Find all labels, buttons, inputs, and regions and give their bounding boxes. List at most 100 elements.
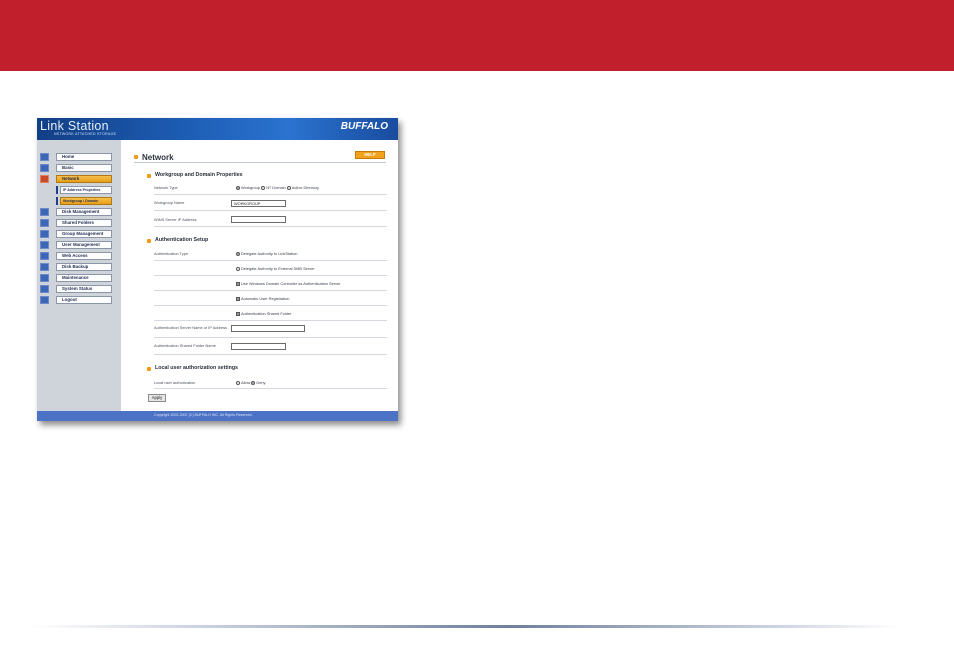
allow-radio[interactable] <box>236 380 240 385</box>
network-type-label: Network Type <box>154 185 178 190</box>
row-divider <box>154 194 387 195</box>
disk-icon <box>40 208 49 216</box>
windows-dc-option: Use Windows Domain Controller as Authent… <box>236 281 340 286</box>
logo-subtitle: NETWORK ATTACHED STORAGE <box>54 132 117 136</box>
windows-dc-checkbox[interactable] <box>236 281 240 286</box>
basic-icon <box>40 164 49 172</box>
sidebar-item-label[interactable]: Logout <box>56 296 112 304</box>
linkstation-screenshot: Link Station NETWORK ATTACHED STORAGE BU… <box>37 118 398 421</box>
home-icon <box>40 153 49 161</box>
sidebar-item-web-access[interactable]: Web Access <box>40 252 112 260</box>
sidebar-item-basic[interactable]: Basic <box>40 164 112 172</box>
section-bullet-icon <box>147 239 151 243</box>
sidebar-item-label[interactable]: Network <box>56 175 112 183</box>
folder-icon <box>40 219 49 227</box>
workgroup-radio[interactable] <box>236 185 240 190</box>
sidebar-item-label[interactable]: Basic <box>56 164 112 172</box>
auth-linkstation-option: Delegate Authority to LinkStation <box>236 251 297 256</box>
local-auth-label: Local user authorization <box>154 380 196 385</box>
row-divider <box>154 275 387 276</box>
sidebar-subitem-ip-address[interactable]: IP Address Properties <box>56 186 112 194</box>
title-divider <box>134 162 386 163</box>
section-title-authentication: Authentication Setup <box>155 237 209 243</box>
nt-domain-radio-label: NT Domain <box>266 185 286 190</box>
local-auth-radio-group: Allow Deny <box>236 380 266 385</box>
subitem-marker <box>56 186 58 194</box>
nt-domain-radio[interactable] <box>261 185 266 190</box>
section-bullet-icon <box>147 174 151 178</box>
app-header: Link Station NETWORK ATTACHED STORAGE BU… <box>37 118 398 140</box>
group-icon <box>40 230 49 238</box>
apply-button[interactable]: Apply <box>148 394 166 402</box>
sidebar: Home Basic Network IP Address Properties… <box>37 140 121 411</box>
auto-registration-checkbox[interactable] <box>236 296 240 301</box>
sidebar-item-label[interactable]: Disk Management <box>56 208 112 216</box>
deny-radio[interactable] <box>251 380 256 385</box>
workgroup-name-label: Workgroup Name <box>154 200 185 205</box>
subitem-marker <box>56 197 58 205</box>
auth-server-label: Authentication Server Name or IP Address <box>154 325 228 330</box>
auto-registration-label: Automatic User Registration <box>241 296 290 301</box>
title-bullet-icon <box>134 155 138 159</box>
sidebar-item-label[interactable]: Disk Backup <box>56 263 112 271</box>
auth-type-label: Authentication Type <box>154 251 189 256</box>
help-button[interactable]: HELP <box>355 151 385 159</box>
user-icon <box>40 241 49 249</box>
row-divider <box>154 388 387 389</box>
bottom-divider <box>30 625 900 628</box>
sidebar-item-group-management[interactable]: Group Management <box>40 230 112 238</box>
app-footer: Copyright 2002-2007 (C) BUFFALO INC. All… <box>37 411 398 421</box>
sidebar-item-user-management[interactable]: User Management <box>40 241 112 249</box>
sidebar-item-label[interactable]: Shared Folders <box>56 219 112 227</box>
row-divider <box>154 260 387 261</box>
auth-external-option: Delegate Authority to External SMB Serve… <box>236 266 315 271</box>
sidebar-subitem-label[interactable]: IP Address Properties <box>60 186 112 194</box>
sidebar-item-label[interactable]: Web Access <box>56 252 112 260</box>
row-divider <box>154 226 387 227</box>
active-directory-radio[interactable] <box>286 185 291 190</box>
auth-linkstation-radio[interactable] <box>236 251 240 256</box>
workgroup-name-input[interactable]: WORKGROUP <box>231 200 286 207</box>
logout-icon <box>40 296 49 304</box>
row-divider <box>154 210 387 211</box>
sidebar-item-label[interactable]: System Status <box>56 285 112 293</box>
section-bullet-icon <box>147 367 151 371</box>
sidebar-item-label[interactable]: Maintenance <box>56 274 112 282</box>
linkstation-logo: Link Station <box>40 119 109 133</box>
sidebar-item-label[interactable]: User Management <box>56 241 112 249</box>
sidebar-item-network[interactable]: Network <box>40 175 112 183</box>
sidebar-item-maintenance[interactable]: Maintenance <box>40 274 112 282</box>
copyright-text: Copyright 2002-2007 (C) BUFFALO INC. All… <box>154 413 253 417</box>
auth-linkstation-label: Delegate Authority to LinkStation <box>241 251 298 256</box>
sidebar-item-disk-management[interactable]: Disk Management <box>40 208 112 216</box>
auth-external-radio[interactable] <box>236 266 240 271</box>
status-icon <box>40 285 49 293</box>
auth-external-label: Delegate Authority to External SMB Serve… <box>241 266 315 271</box>
allow-radio-label: Allow <box>241 380 251 385</box>
sidebar-item-label[interactable]: Home <box>56 153 112 161</box>
row-divider <box>154 320 387 321</box>
row-divider <box>154 337 387 338</box>
section-title-local-user: Local user authorization settings <box>155 365 238 371</box>
sidebar-subitem-workgroup-domain[interactable]: Workgroup / Domain <box>56 197 112 205</box>
sidebar-item-label[interactable]: Group Management <box>56 230 112 238</box>
auth-server-input[interactable] <box>231 325 305 332</box>
sidebar-item-disk-backup[interactable]: Disk Backup <box>40 263 112 271</box>
sidebar-item-shared-folders[interactable]: Shared Folders <box>40 219 112 227</box>
page-title: Network <box>142 153 174 162</box>
auth-shared-folder-name-label: Authentication Shared Folder Name <box>154 343 216 348</box>
sidebar-item-home[interactable]: Home <box>40 153 112 161</box>
auto-registration-option: Automatic User Registration <box>236 296 289 301</box>
sidebar-item-system-status[interactable]: System Status <box>40 285 112 293</box>
auth-shared-folder-checkbox[interactable] <box>236 311 240 316</box>
sidebar-subitem-label[interactable]: Workgroup / Domain <box>60 197 112 205</box>
row-divider <box>154 290 387 291</box>
row-divider <box>154 305 387 306</box>
network-icon <box>40 175 49 183</box>
sidebar-item-logout[interactable]: Logout <box>40 296 112 304</box>
windows-dc-label: Use Windows Domain Controller as Authent… <box>241 281 341 286</box>
wins-server-label: WINS Server IP Address <box>154 217 197 222</box>
deny-radio-label: Deny <box>256 380 266 385</box>
auth-shared-folder-name-input[interactable] <box>231 343 286 350</box>
wins-server-input[interactable] <box>231 216 286 223</box>
